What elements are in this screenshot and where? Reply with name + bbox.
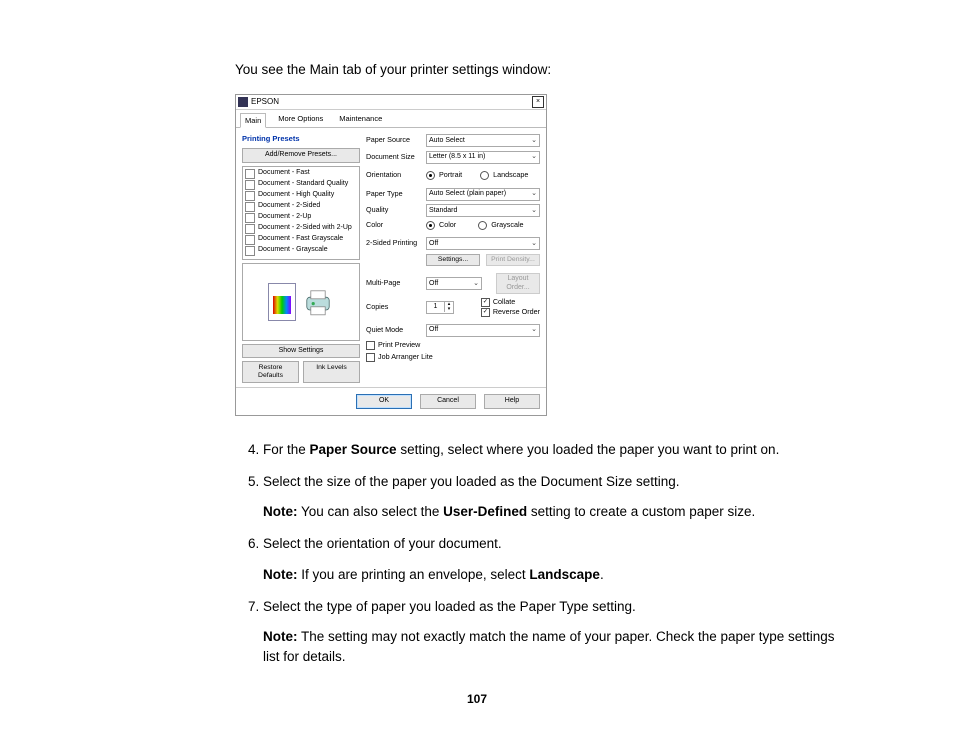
two-sided-select[interactable]: Off	[426, 237, 540, 250]
quality-select[interactable]: Standard	[426, 204, 540, 217]
paper-source-label: Paper Source	[366, 136, 422, 145]
paper-type-label: Paper Type	[366, 190, 422, 199]
instruction-list: For the Paper Source setting, select whe…	[235, 440, 844, 668]
portrait-label: Portrait	[439, 171, 462, 180]
doc-icon	[245, 180, 255, 190]
close-icon[interactable]: ×	[532, 96, 544, 108]
job-arranger-label: Job Arranger Lite	[378, 353, 433, 362]
collate-checkbox[interactable]	[481, 298, 490, 307]
doc-icon	[245, 213, 255, 223]
multi-page-label: Multi-Page	[366, 279, 422, 288]
print-preview-checkbox[interactable]	[366, 341, 375, 350]
orientation-label: Orientation	[366, 171, 422, 180]
ink-levels-button[interactable]: Ink Levels	[303, 361, 360, 383]
list-item[interactable]: Document - High Quality	[245, 191, 357, 201]
list-item[interactable]: Document - Fast Grayscale	[245, 235, 357, 245]
print-density-button: Print Density...	[486, 254, 540, 266]
printer-dialog: EPSON × Main More Options Maintenance Pr…	[235, 94, 547, 415]
landscape-radio[interactable]	[480, 171, 489, 180]
show-settings-button[interactable]: Show Settings	[242, 344, 360, 358]
grayscale-radio[interactable]	[478, 221, 487, 230]
doc-icon	[245, 169, 255, 179]
color-radio[interactable]	[426, 221, 435, 230]
list-item[interactable]: Document - 2-Sided	[245, 202, 357, 212]
multi-page-select[interactable]: Off	[426, 277, 482, 290]
step-5: Select the size of the paper you loaded …	[263, 472, 844, 523]
intro-text: You see the Main tab of your printer set…	[235, 60, 844, 80]
tabs: Main More Options Maintenance	[236, 110, 546, 128]
preset-list[interactable]: Document - Fast Document - Standard Qual…	[242, 166, 360, 260]
ok-button[interactable]: OK	[356, 394, 412, 408]
job-arranger-checkbox[interactable]	[366, 353, 375, 362]
presets-header: Printing Presets	[242, 134, 360, 143]
landscape-label: Landscape	[493, 171, 528, 180]
app-icon	[238, 97, 248, 107]
list-item[interactable]: Document - Grayscale	[245, 246, 357, 256]
preview-page-icon	[268, 283, 296, 321]
collate-label: Collate	[493, 298, 515, 307]
list-item[interactable]: Document - 2-Up	[245, 213, 357, 223]
doc-icon	[245, 224, 255, 234]
page-number: 107	[0, 690, 954, 708]
doc-icon	[245, 246, 255, 256]
color-label: Color	[366, 221, 422, 230]
step-6: Select the orientation of your document.…	[263, 534, 844, 585]
add-remove-presets-button[interactable]: Add/Remove Presets...	[242, 148, 360, 162]
color-opt-label: Color	[439, 221, 456, 230]
layout-order-button: Layout Order...	[496, 273, 540, 294]
doc-icon	[245, 191, 255, 201]
quiet-mode-label: Quiet Mode	[366, 326, 422, 335]
step-4: For the Paper Source setting, select whe…	[263, 440, 844, 460]
tab-maintenance[interactable]: Maintenance	[335, 112, 386, 127]
tab-main[interactable]: Main	[240, 113, 266, 128]
portrait-radio[interactable]	[426, 171, 435, 180]
reverse-order-label: Reverse Order	[493, 308, 540, 317]
paper-type-select[interactable]: Auto Select (plain paper)	[426, 188, 540, 201]
restore-defaults-button[interactable]: Restore Defaults	[242, 361, 299, 383]
document-size-label: Document Size	[366, 153, 422, 162]
list-item[interactable]: Document - Standard Quality	[245, 180, 357, 190]
two-sided-label: 2-Sided Printing	[366, 239, 422, 248]
two-sided-settings-button[interactable]: Settings...	[426, 254, 480, 266]
reverse-order-checkbox[interactable]	[481, 308, 490, 317]
dialog-footer: OK Cancel Help	[236, 387, 546, 414]
doc-icon	[245, 202, 255, 212]
titlebar: EPSON ×	[236, 95, 546, 110]
cancel-button[interactable]: Cancel	[420, 394, 476, 408]
printer-icon	[302, 286, 334, 318]
copies-label: Copies	[366, 303, 422, 312]
doc-icon	[245, 235, 255, 245]
copies-stepper[interactable]: 1 ▴▾	[426, 301, 454, 314]
list-item[interactable]: Document - 2-Sided with 2-Up	[245, 224, 357, 234]
list-item[interactable]: Document - Fast	[245, 169, 357, 179]
tab-more-options[interactable]: More Options	[274, 112, 327, 127]
document-size-select[interactable]: Letter (8.5 x 11 in)	[426, 151, 540, 164]
paper-source-select[interactable]: Auto Select	[426, 134, 540, 147]
dialog-title: EPSON	[251, 97, 279, 107]
print-preview-label: Print Preview	[378, 341, 420, 350]
quiet-mode-select[interactable]: Off	[426, 324, 540, 337]
preview	[242, 263, 360, 341]
quality-label: Quality	[366, 206, 422, 215]
help-button[interactable]: Help	[484, 394, 540, 408]
grayscale-opt-label: Grayscale	[491, 221, 523, 230]
step-7: Select the type of paper you loaded as t…	[263, 597, 844, 668]
